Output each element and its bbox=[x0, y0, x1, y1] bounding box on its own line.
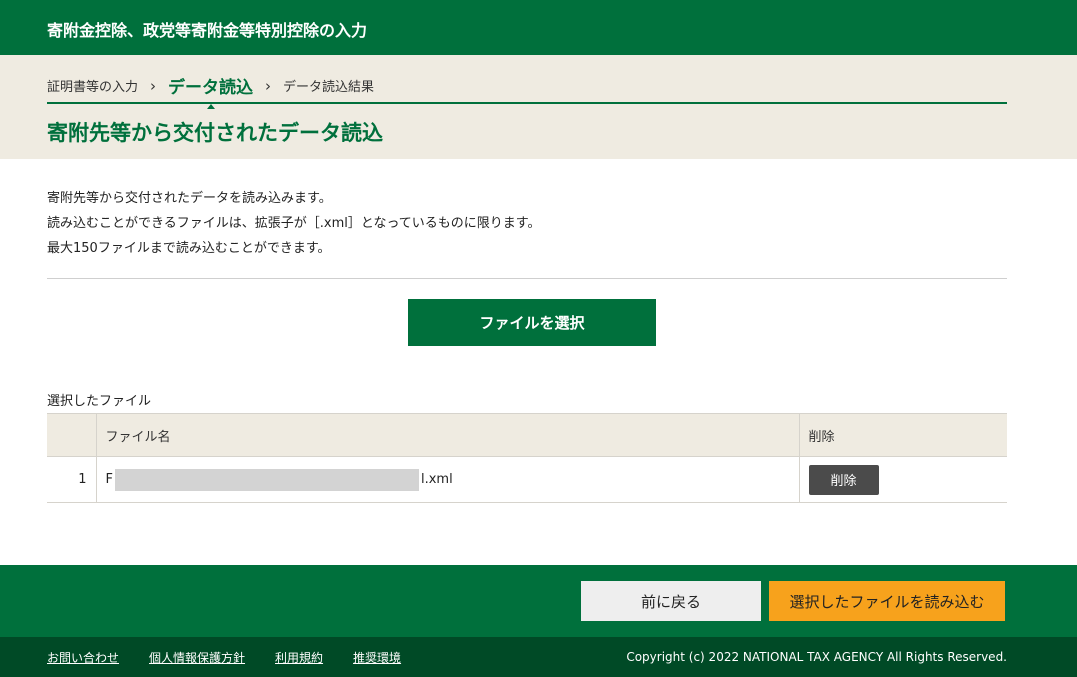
file-name-cell: F l.xml bbox=[96, 456, 800, 503]
footer-link-privacy[interactable]: 個人情報保護方針 bbox=[149, 649, 245, 666]
title-area: 証明書等の入力 › データ読込 › データ読込結果 寄附先等から交付されたデータ… bbox=[0, 55, 1077, 159]
selected-files-table: ファイル名 削除 1 F l.xml 削除 bbox=[47, 413, 1007, 503]
back-button[interactable]: 前に戻る bbox=[581, 581, 761, 621]
header-title: 寄附金控除、政党等寄附金等特別控除の入力 bbox=[47, 21, 368, 40]
chevron-right-icon: › bbox=[150, 76, 157, 95]
redacted-block bbox=[114, 468, 419, 491]
page-title: 寄附先等から交付されたデータ読込 bbox=[47, 121, 383, 145]
site-footer: お問い合わせ 個人情報保護方針 利用規約 推奨環境 Copyright (c) … bbox=[0, 637, 1077, 677]
file-name: F l.xml bbox=[105, 468, 790, 491]
description-line: 寄附先等から交付されたデータを読み込みます。 bbox=[47, 191, 332, 206]
column-header-filename: ファイル名 bbox=[96, 413, 800, 457]
app-header: 寄附金控除、政党等寄附金等特別控除の入力 bbox=[0, 0, 1077, 55]
table-row: 1 F l.xml 削除 bbox=[47, 456, 1007, 503]
description: 寄附先等から交付されたデータを読み込みます。 読み込むことができるファイルは、拡… bbox=[47, 186, 1007, 261]
selected-files-label: 選択したファイル bbox=[47, 394, 152, 409]
action-bar: 前に戻る 選択したファイルを読み込む bbox=[0, 565, 1077, 637]
description-line: 最大150ファイルまで読み込むことができます。 bbox=[47, 241, 331, 256]
breadcrumb-item-data-load: データ読込 bbox=[168, 73, 253, 98]
table-header-row: ファイル名 削除 bbox=[47, 413, 1007, 457]
load-selected-files-button[interactable]: 選択したファイルを読み込む bbox=[769, 581, 1005, 621]
delete-button[interactable]: 削除 bbox=[808, 464, 879, 495]
breadcrumb: 証明書等の入力 › データ読込 › データ読込結果 bbox=[47, 69, 1007, 104]
divider bbox=[47, 278, 1007, 279]
footer-link-terms[interactable]: 利用規約 bbox=[275, 649, 323, 666]
file-name-prefix: F bbox=[105, 472, 113, 487]
column-header-delete: 削除 bbox=[799, 413, 1007, 457]
copyright: Copyright (c) 2022 NATIONAL TAX AGENCY A… bbox=[626, 650, 1007, 664]
file-name-suffix: l.xml bbox=[420, 472, 453, 487]
footer-link-environment[interactable]: 推奨環境 bbox=[353, 649, 401, 666]
footer-links: お問い合わせ 個人情報保護方針 利用規約 推奨環境 bbox=[47, 649, 401, 666]
column-header-number bbox=[47, 413, 97, 457]
description-line: 読み込むことができるファイルは、拡張子が［.xml］となっているものに限ります。 bbox=[47, 216, 541, 231]
row-number: 1 bbox=[47, 456, 97, 503]
footer-link-contact[interactable]: お問い合わせ bbox=[47, 649, 119, 666]
chevron-right-icon: › bbox=[265, 76, 272, 95]
breadcrumb-item-load-result: データ読込結果 bbox=[283, 80, 375, 95]
delete-cell: 削除 bbox=[799, 456, 1007, 503]
select-file-button[interactable]: ファイルを選択 bbox=[408, 299, 656, 346]
breadcrumb-item-certificate-input: 証明書等の入力 bbox=[47, 80, 139, 95]
